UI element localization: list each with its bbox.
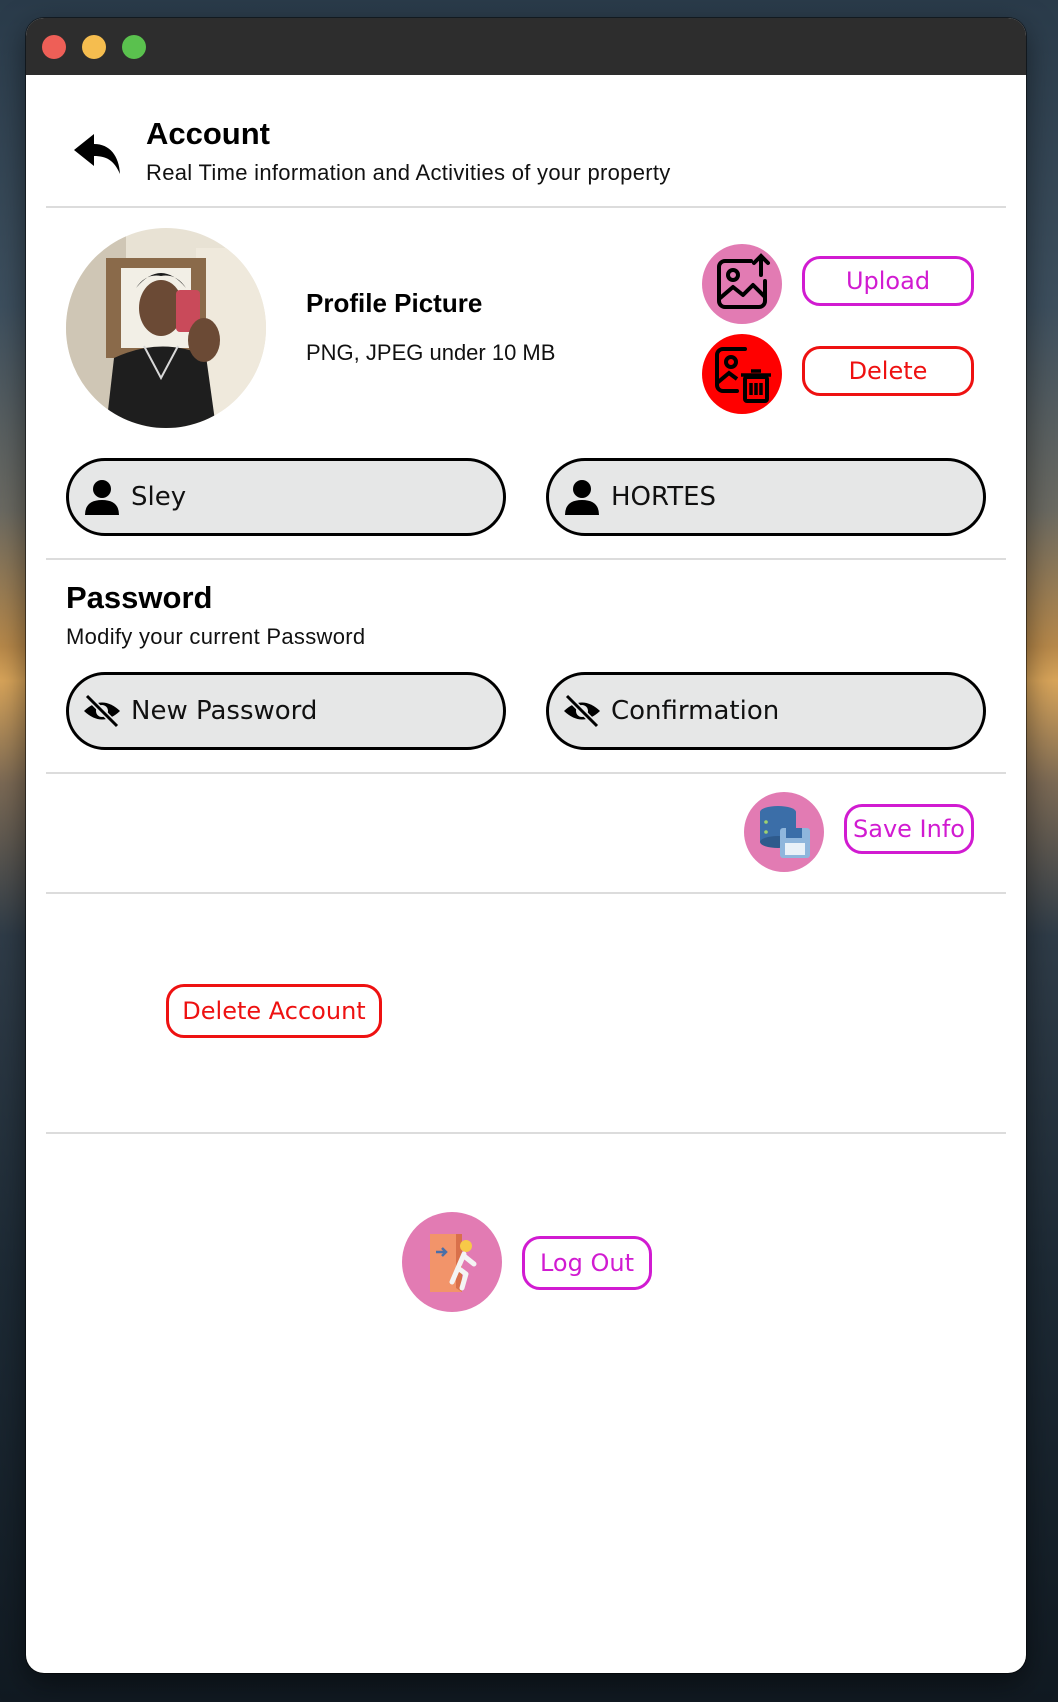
back-arrow-icon[interactable] [70, 126, 126, 182]
minimize-window-button[interactable] [82, 35, 106, 59]
divider [46, 1132, 1006, 1134]
exit-door-icon[interactable] [402, 1212, 502, 1312]
confirm-password-placeholder: Confirmation [611, 696, 780, 726]
image-upload-icon[interactable] [702, 244, 782, 324]
password-subtitle: Modify your current Password [66, 624, 366, 649]
new-password-placeholder: New Password [131, 696, 318, 726]
database-save-icon[interactable] [744, 792, 824, 872]
first-name-value: Sley [131, 482, 187, 512]
user-icon [565, 480, 599, 515]
user-icon [85, 480, 119, 515]
divider [46, 558, 1006, 560]
profile-picture-hint: PNG, JPEG under 10 MB [306, 340, 556, 365]
page-title: Account [146, 116, 270, 151]
app-window: Account Real Time information and Activi… [26, 18, 1026, 1673]
maximize-window-button[interactable] [122, 35, 146, 59]
divider [46, 892, 1006, 894]
avatar [66, 228, 266, 428]
image-delete-icon[interactable] [702, 334, 782, 414]
upload-button[interactable]: Upload [802, 256, 974, 306]
delete-picture-button[interactable]: Delete [802, 346, 974, 396]
password-title: Password [66, 580, 213, 615]
divider [46, 206, 1006, 208]
profile-picture-title: Profile Picture [306, 288, 483, 318]
close-window-button[interactable] [42, 35, 66, 59]
divider [46, 772, 1006, 774]
title-bar [26, 18, 1026, 75]
page-subtitle: Real Time information and Activities of … [146, 160, 671, 185]
log-out-button[interactable]: Log Out [522, 1236, 652, 1290]
save-info-button[interactable]: Save Info [844, 804, 974, 854]
first-name-field[interactable]: Sley [66, 458, 506, 536]
confirm-password-field[interactable]: Confirmation [546, 672, 986, 750]
eye-slash-icon [84, 693, 120, 729]
last-name-field[interactable]: HORTES [546, 458, 986, 536]
last-name-value: HORTES [611, 482, 717, 512]
new-password-field[interactable]: New Password [66, 672, 506, 750]
delete-account-button[interactable]: Delete Account [166, 984, 382, 1038]
eye-slash-icon [564, 693, 600, 729]
